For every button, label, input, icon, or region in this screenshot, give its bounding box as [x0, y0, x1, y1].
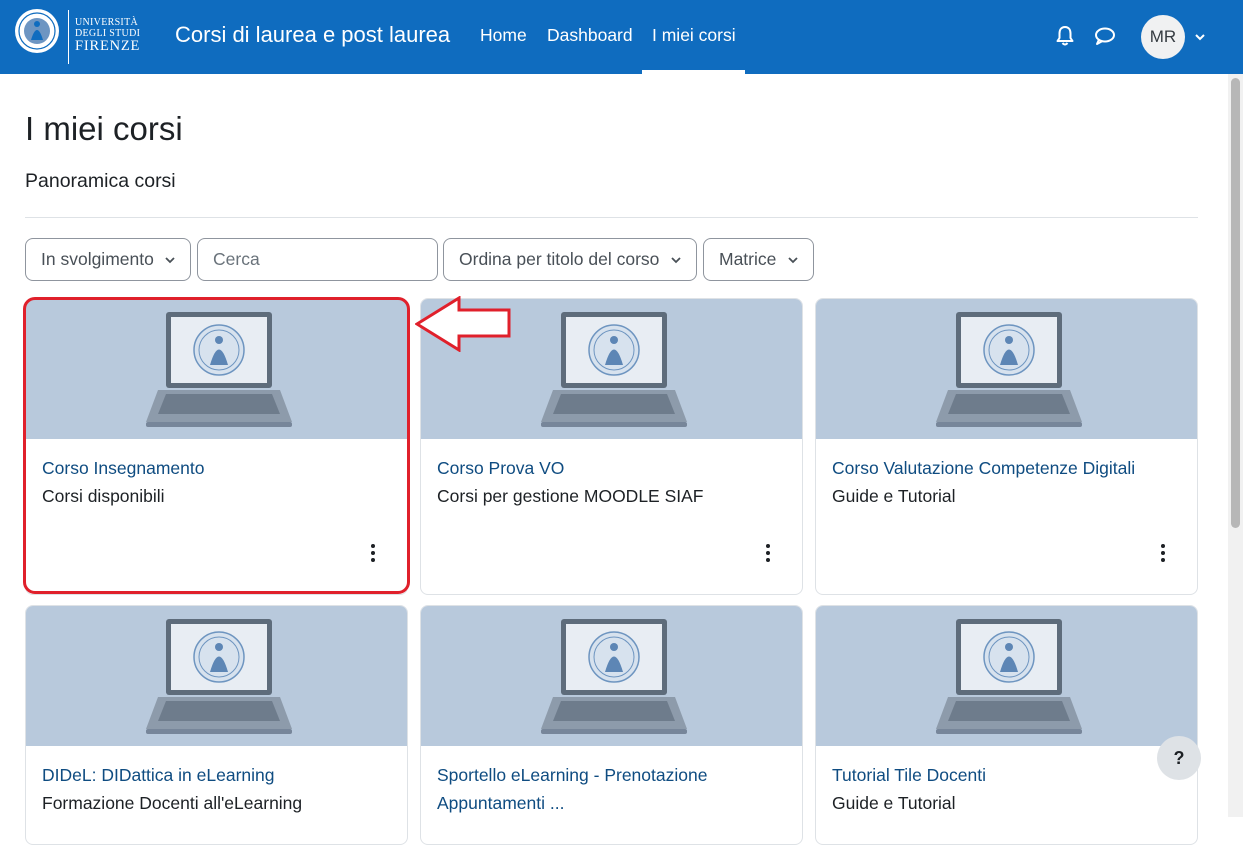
course-card[interactable]: Corso Valutazione Competenze Digitali Gu… — [815, 298, 1198, 595]
university-logo[interactable]: UNIVERSITÀ DEGLI STUDI FIRENZE — [14, 8, 140, 66]
course-name-link[interactable]: Corso Valutazione Competenze Digitali — [832, 458, 1135, 479]
course-category: Guide e Tutorial — [832, 486, 956, 506]
nav-my-courses[interactable]: I miei corsi — [652, 25, 736, 46]
left-arrow-annotation-icon — [415, 296, 511, 352]
course-card[interactable]: DIDeL: DIDattica in eLearning Formazione… — [25, 605, 408, 845]
search-input[interactable]: Cerca — [197, 238, 438, 281]
course-name-link-continued[interactable]: Appuntamenti ... — [437, 793, 564, 814]
course-card[interactable]: Corso Insegnamento Corsi disponibili — [25, 298, 408, 595]
nav-active-indicator — [642, 70, 745, 74]
user-avatar[interactable]: MR — [1141, 15, 1185, 59]
course-category: Guide e Tutorial — [832, 793, 956, 813]
nav-dashboard[interactable]: Dashboard — [547, 25, 633, 46]
logo-divider — [68, 10, 69, 64]
top-navbar: UNIVERSITÀ DEGLI STUDI FIRENZE Corsi di … — [0, 0, 1243, 74]
laptop-icon — [936, 617, 1082, 735]
sort-dropdown-label: Ordina per titolo del corso — [459, 249, 660, 269]
chevron-down-icon — [788, 257, 798, 264]
logo-line-1: UNIVERSITÀ — [75, 17, 138, 28]
laptop-icon — [146, 310, 292, 428]
course-image[interactable] — [26, 606, 407, 746]
course-image[interactable] — [26, 299, 407, 439]
university-seal-icon — [15, 9, 59, 53]
laptop-icon — [541, 617, 687, 735]
chat-bubble-icon[interactable] — [1093, 24, 1117, 48]
course-category: Corsi per gestione MOODLE SIAF — [437, 486, 704, 506]
chevron-down-icon — [165, 257, 175, 264]
grouping-dropdown[interactable]: In svolgimento — [25, 238, 191, 281]
view-dropdown-label: Matrice — [719, 249, 777, 269]
course-name-link[interactable]: DIDeL: DIDattica in eLearning — [42, 765, 274, 786]
laptop-icon — [541, 310, 687, 428]
help-button[interactable]: ? — [1157, 736, 1201, 780]
more-options-icon[interactable] — [369, 543, 377, 563]
scrollbar-thumb[interactable] — [1231, 78, 1240, 528]
view-dropdown[interactable]: Matrice — [703, 238, 814, 281]
course-image[interactable] — [816, 606, 1197, 746]
divider — [25, 217, 1198, 218]
course-name-link[interactable]: Corso Insegnamento — [42, 458, 204, 479]
logo-line-3: FIRENZE — [75, 38, 141, 54]
course-name-link[interactable]: Tutorial Tile Docenti — [832, 765, 986, 786]
more-options-icon[interactable] — [1159, 543, 1167, 563]
section-title: Panoramica corsi — [25, 170, 176, 192]
site-name[interactable]: Corsi di laurea e post laurea — [175, 22, 450, 48]
laptop-icon — [936, 310, 1082, 428]
course-name-link[interactable]: Corso Prova VO — [437, 458, 564, 479]
course-card[interactable]: Sportello eLearning - Prenotazione Appun… — [420, 605, 803, 845]
course-card[interactable]: Tutorial Tile Docenti Guide e Tutorial — [815, 605, 1198, 845]
bell-icon[interactable] — [1053, 24, 1077, 48]
chevron-down-icon[interactable] — [1193, 30, 1207, 44]
nav-home[interactable]: Home — [480, 25, 527, 46]
search-input-placeholder: Cerca — [213, 249, 260, 269]
course-category: Corsi disponibili — [42, 486, 165, 506]
more-options-icon[interactable] — [764, 543, 772, 563]
course-category: Formazione Docenti all'eLearning — [42, 793, 303, 813]
page-title: I miei corsi — [25, 110, 183, 147]
course-name-link[interactable]: Sportello eLearning - Prenotazione — [437, 765, 707, 786]
sort-dropdown[interactable]: Ordina per titolo del corso — [443, 238, 697, 281]
course-image[interactable] — [816, 299, 1197, 439]
grouping-dropdown-label: In svolgimento — [41, 249, 154, 269]
course-image[interactable] — [421, 606, 802, 746]
laptop-icon — [146, 617, 292, 735]
chevron-down-icon — [671, 257, 681, 264]
